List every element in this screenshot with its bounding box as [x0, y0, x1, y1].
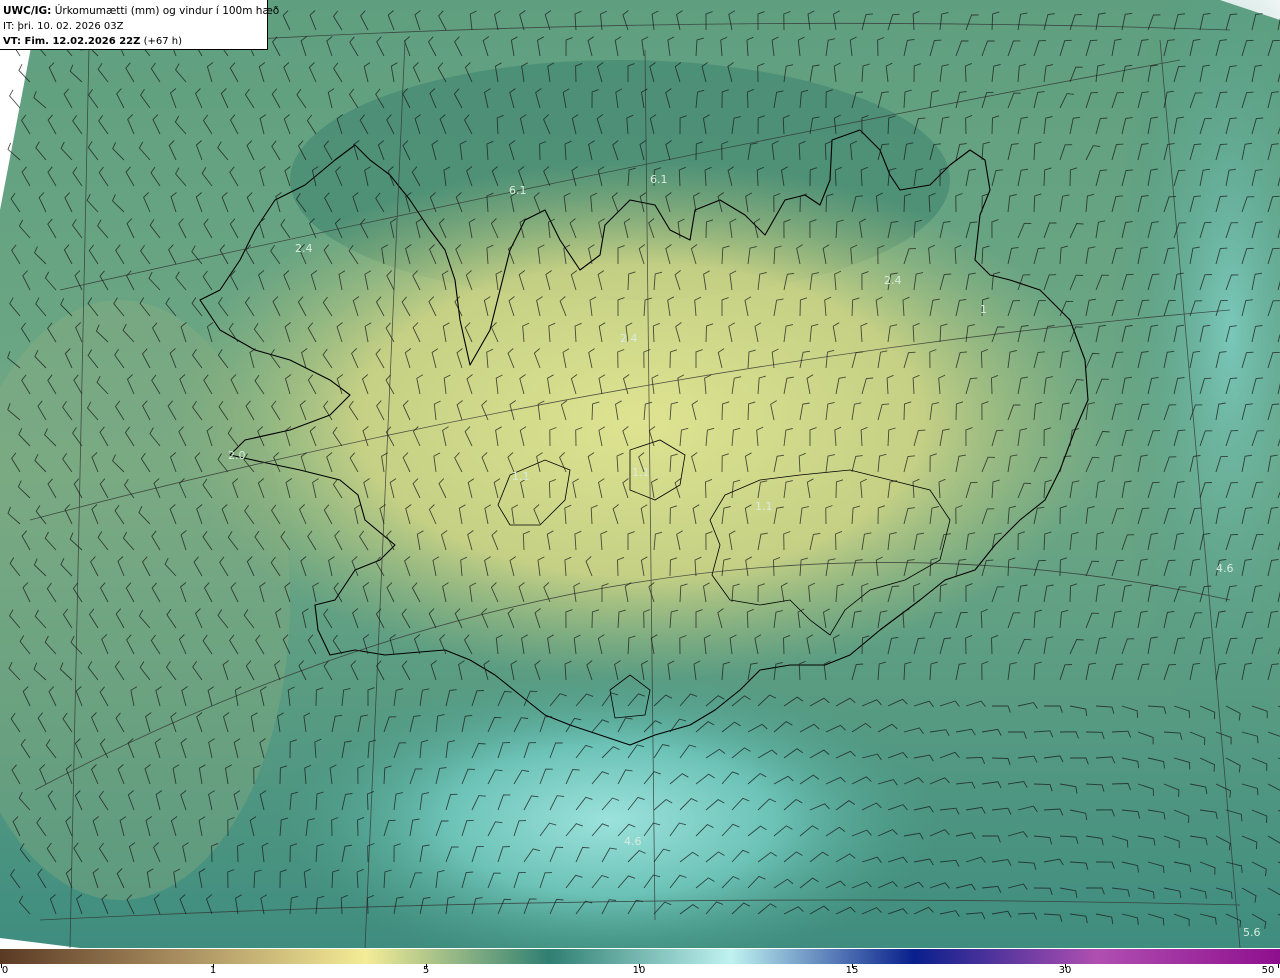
- precip-colorbar: 0 1 5 10 15 30 50: [0, 948, 1280, 978]
- map-value-label: 5.6: [1243, 926, 1261, 939]
- colorbar-tick: [1278, 964, 1279, 968]
- map-value-label: 4.6: [1216, 562, 1234, 575]
- forecast-map: 6.1 6.1 2.4 2.4 2.4 1 2.0 1.1 1.1 1.1 4.…: [0, 0, 1280, 948]
- colorbar-gradient: [0, 949, 1280, 964]
- map-value-label: 1: [980, 303, 987, 316]
- init-time: IT: þri. 10. 02. 2026 03Z: [3, 21, 124, 32]
- map-value-label: 2.4: [295, 242, 313, 255]
- map-value-label: 2.4: [884, 274, 902, 287]
- colorbar-tick-label: 50: [1261, 965, 1275, 976]
- forecast-info-box: UWC/IG: Úrkomumætti (mm) og vindur í 100…: [0, 0, 279, 50]
- valid-time: VT: Fim. 12.02.2026 22Z: [3, 36, 141, 47]
- model-label: UWC/IG:: [3, 5, 52, 17]
- title-row: UWC/IG: Úrkomumætti (mm) og vindur í 100…: [3, 4, 279, 19]
- colorbar-tick-label: 5: [422, 965, 430, 976]
- colorbar-tick-label: 1: [209, 965, 217, 976]
- map-value-label: 1.1: [512, 470, 530, 483]
- colorbar-tick-label: 0: [1, 965, 9, 976]
- colorbar-tick-label: 30: [1058, 965, 1072, 976]
- map-value-label: 1.1: [632, 466, 650, 479]
- map-value-label: 1.1: [755, 500, 773, 513]
- valid-time-row: VT: Fim. 12.02.2026 22Z (+67 h): [3, 34, 267, 49]
- product-description: Úrkomumætti (mm) og vindur í 100m hæð: [54, 5, 280, 17]
- forecast-offset: (+67 h): [143, 36, 182, 47]
- colorbar-tick-label: 10: [632, 965, 646, 976]
- map-value-label: 2.0: [228, 449, 246, 462]
- map-value-label: 6.1: [509, 184, 527, 197]
- map-value-label: 6.1: [650, 173, 668, 186]
- map-value-label: 2.4: [620, 332, 638, 345]
- colorbar-tick-label: 15: [845, 965, 859, 976]
- map-value-label: 4.6: [624, 835, 642, 848]
